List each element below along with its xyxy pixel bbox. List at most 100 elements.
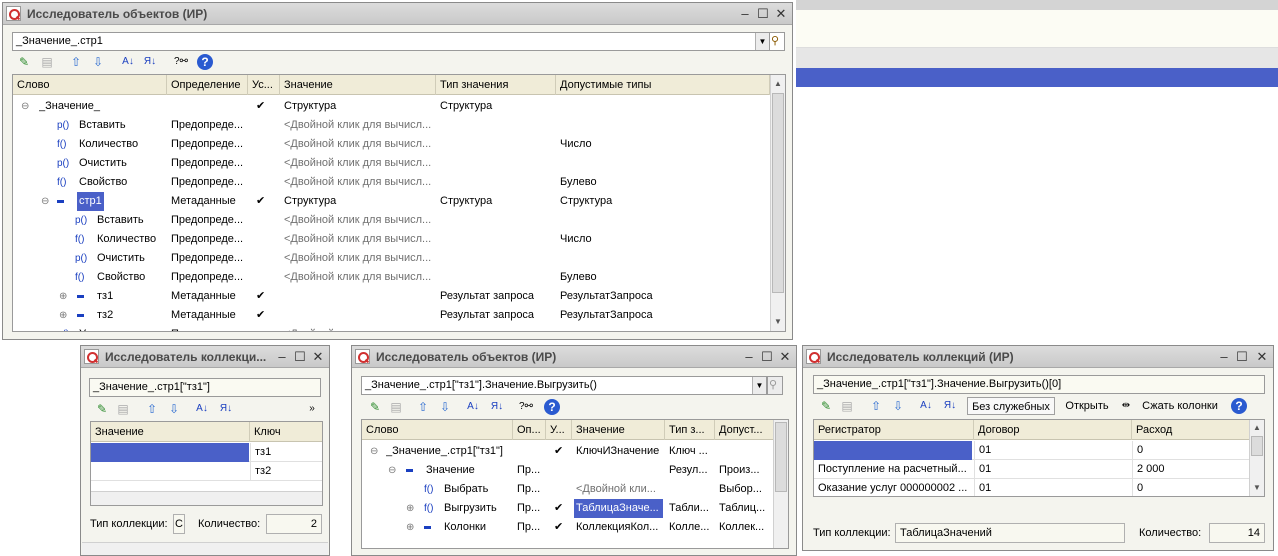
col-header-expense[interactable]: Расход — [1132, 420, 1250, 440]
tree-row[interactable]: p() Очистить Предопреде... <Двойной клик дл… — [13, 154, 770, 173]
col-header-word[interactable]: Слово — [13, 75, 167, 95]
tree-row[interactable]: ⊕ тз1 Метаданные ✔ Результат запроса Результа… — [13, 287, 770, 306]
expand-icon[interactable]: ⊕ — [59, 287, 71, 306]
save-icon[interactable]: ▤ — [39, 53, 55, 71]
find-icon[interactable]: ?⚯ — [516, 398, 536, 416]
col-header-value[interactable]: Значение — [572, 420, 665, 440]
col-header-word[interactable]: Слово — [362, 420, 513, 440]
save-icon[interactable]: ▤ — [839, 397, 855, 415]
dropdown-button[interactable]: ▼ — [755, 33, 769, 50]
expand-icon[interactable]: ⊕ — [406, 518, 418, 537]
sort-asc-icon[interactable]: A↓ — [917, 397, 935, 415]
table-row[interactable]: 01 0 — [814, 441, 1250, 460]
edit-icon[interactable]: ✎ — [817, 397, 835, 415]
edit-icon[interactable]: ✎ — [93, 400, 111, 418]
expression-input[interactable]: _Значение_.стр1 ▼ — [12, 32, 770, 51]
col-header-type[interactable]: Тип з... — [665, 420, 715, 440]
col-header-use[interactable]: Ус... — [248, 75, 280, 95]
search-button[interactable]: ⚲ — [769, 32, 785, 51]
tree-row[interactable]: f() Количество Предопреде... <Двойной клик … — [13, 230, 770, 249]
table-row[interactable]: Оказание услуг 000000002 ... 01 0 — [814, 479, 1250, 496]
count-field[interactable]: 2 — [266, 514, 322, 534]
horizontal-scrollbar[interactable] — [91, 491, 322, 505]
horizontal-scrollbar[interactable] — [82, 542, 328, 555]
arrow-up-icon[interactable]: ⇧ — [67, 53, 85, 71]
scroll-up-icon[interactable]: ▲ — [771, 77, 785, 91]
table-row[interactable]: Поступление на расчетный... 01 2 000 — [814, 460, 1250, 479]
col-header-allowed[interactable]: Допустимые типы — [556, 75, 770, 95]
minimize-button[interactable]: – — [1215, 348, 1233, 366]
search-button[interactable]: ⚲ — [767, 376, 783, 395]
col-header-registrar[interactable]: Регистратор — [814, 420, 974, 440]
sort-desc-icon[interactable]: Я↓ — [217, 400, 235, 418]
tree-row[interactable]: ⊖ _Значение_.стр1["тз1"] ✔ КлючИЗначение Клю… — [362, 442, 774, 461]
scroll-thumb[interactable] — [775, 422, 787, 492]
vertical-scrollbar[interactable]: ▲ ▼ — [770, 75, 785, 331]
collapse-icon[interactable]: ⊖ — [41, 192, 53, 211]
collection-type-field[interactable]: С — [173, 514, 185, 534]
no-service-button[interactable]: Без служебных — [967, 397, 1055, 415]
help-icon[interactable]: ? — [544, 399, 560, 415]
minimize-button[interactable]: – — [740, 348, 758, 366]
close-button[interactable]: ✕ — [1253, 348, 1271, 366]
tree-row[interactable]: p() Вставить Предопреде... <Двойной клик дл… — [13, 211, 770, 230]
collapse-icon[interactable]: ⊖ — [388, 461, 400, 480]
expand-icon[interactable]: ⊕ — [59, 306, 71, 325]
scroll-down-icon[interactable]: ▼ — [771, 315, 785, 329]
col-header-contract[interactable]: Договор — [974, 420, 1132, 440]
tree-row[interactable]: ⊖ _Значение_ ✔ Структура Структура — [13, 97, 770, 116]
tree-row[interactable]: ⊖ Значение Пр... Резул... Произ... — [362, 461, 774, 480]
arrow-down-icon[interactable]: ⇩ — [165, 400, 183, 418]
minimize-button[interactable]: – — [736, 5, 754, 23]
close-button[interactable]: ✕ — [772, 5, 790, 23]
tree-row[interactable]: p()У...П...<Двойной — [13, 325, 770, 331]
scroll-thumb[interactable] — [772, 93, 784, 293]
sort-desc-icon[interactable]: Я↓ — [488, 398, 506, 416]
maximize-button[interactable]: ☐ — [754, 5, 772, 23]
table-row[interactable]: тз1 — [91, 443, 322, 462]
help-icon[interactable]: ? — [197, 54, 213, 70]
col-header-value[interactable]: Значение — [280, 75, 436, 95]
maximize-button[interactable]: ☐ — [758, 348, 776, 366]
maximize-button[interactable]: ☐ — [291, 348, 309, 366]
find-icon[interactable]: ?⚯ — [171, 53, 191, 71]
sort-asc-icon[interactable]: A↓ — [119, 53, 137, 71]
save-icon[interactable]: ▤ — [388, 398, 404, 416]
tree-row[interactable]: f() Свойство Предопреде... <Двойной клик дл… — [13, 173, 770, 192]
tree-row[interactable]: p() Очистить Предопреде... <Двойной клик дл… — [13, 249, 770, 268]
sort-asc-icon[interactable]: A↓ — [464, 398, 482, 416]
close-button[interactable]: ✕ — [309, 348, 327, 366]
arrow-down-icon[interactable]: ⇩ — [436, 398, 454, 416]
col-header-allowed[interactable]: Допуст... — [715, 420, 774, 440]
more-icon[interactable]: » — [305, 400, 319, 418]
open-button[interactable]: Открыть — [1061, 397, 1113, 415]
scroll-thumb[interactable] — [1251, 436, 1263, 456]
expression-input[interactable]: _Значение_.стр1["тз1"] — [89, 378, 321, 397]
col-header-def[interactable]: Определение — [167, 75, 248, 95]
col-header-use[interactable]: У... — [546, 420, 572, 440]
collapse-icon[interactable]: ⊖ — [370, 442, 382, 461]
tree-row[interactable]: f() Количество Предопреде... <Двойной клик … — [13, 135, 770, 154]
shrink-columns-button[interactable]: Сжать колонки — [1135, 397, 1225, 415]
tree-row[interactable]: ⊕ Колонки Пр... ✔ КоллекцияКол... Колле... Кол… — [362, 518, 774, 537]
count-field[interactable]: 14 — [1209, 523, 1265, 543]
expression-input[interactable]: _Значение_.стр1["тз1"].Значение.Выгрузит… — [361, 376, 767, 395]
scroll-up-icon[interactable]: ▲ — [1250, 421, 1264, 435]
tree-row[interactable]: f() Свойство Предопреде... <Двойной клик дл… — [13, 268, 770, 287]
edit-icon[interactable]: ✎ — [366, 398, 384, 416]
collection-type-field[interactable]: ТаблицаЗначений — [895, 523, 1125, 543]
maximize-button[interactable]: ☐ — [1233, 348, 1251, 366]
close-button[interactable]: ✕ — [776, 348, 794, 366]
tree-row[interactable]: ⊖ стр1 Метаданные ✔ Структура Структура Структ… — [13, 192, 770, 211]
sort-desc-icon[interactable]: Я↓ — [141, 53, 159, 71]
edit-icon[interactable]: ✎ — [15, 53, 33, 71]
vertical-scrollbar[interactable] — [773, 420, 788, 548]
arrow-down-icon[interactable]: ⇩ — [89, 53, 107, 71]
sort-desc-icon[interactable]: Я↓ — [941, 397, 959, 415]
tree-row[interactable]: p() Вставить Предопреде... <Двойной клик дл… — [13, 116, 770, 135]
col-header-value[interactable]: Значение — [91, 422, 250, 442]
col-header-type[interactable]: Тип значения — [436, 75, 556, 95]
tree-row[interactable]: f() Выбрать Пр... <Двойной кли... Выбор... — [362, 480, 774, 499]
arrow-up-icon[interactable]: ⇧ — [143, 400, 161, 418]
col-header-key[interactable]: Ключ — [250, 422, 322, 442]
